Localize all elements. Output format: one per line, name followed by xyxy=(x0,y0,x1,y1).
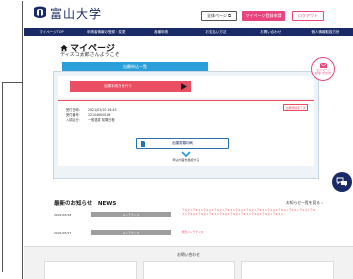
footer-title: お問い合わせ xyxy=(177,252,200,257)
document-icon xyxy=(141,141,145,147)
contact-tile[interactable] xyxy=(44,261,137,279)
nav-item-privacy[interactable]: 個人情報取扱方針 xyxy=(298,30,353,35)
news-date: 2021/03/18 xyxy=(54,213,72,217)
global-nav: マイページTOP 申請者情報の登録・変更 各種申請 お支払い方法 お問い合わせ … xyxy=(24,28,353,36)
status-badge: 出願登録完了済 xyxy=(283,104,308,111)
inquiry-button[interactable]: マイページ お問い合わせ xyxy=(311,57,335,81)
nav-item-applications[interactable]: 各種申請 xyxy=(134,30,189,35)
nav-item-mypage-top[interactable]: マイページTOP xyxy=(24,30,79,35)
news-category-badge: メンテナンス xyxy=(91,230,171,235)
application-card: 出願登録完了済 受付日時： 2021/03/10 16:43 受付番号： 221… xyxy=(58,100,314,166)
tab-application-list[interactable]: 出願申込一覧 xyxy=(62,62,208,71)
news-title: 最新のお知らせ NEWS xyxy=(54,201,117,207)
info-label: 入試区分： xyxy=(66,118,82,122)
arrow-right-icon xyxy=(181,83,187,90)
expand-details-toggle[interactable]: 申込内容を確認する xyxy=(58,151,314,165)
university-logo-icon[interactable] xyxy=(32,5,48,21)
chevron-down-icon xyxy=(181,151,191,157)
background-window-edge xyxy=(0,0,24,279)
inquiry-label: マイページ お問い合わせ xyxy=(314,67,332,75)
contact-tile[interactable] xyxy=(241,261,335,279)
nav-item-contact[interactable]: お問い合わせ xyxy=(243,30,298,35)
window-border xyxy=(2,82,3,272)
contact-footer: お問い合わせ xyxy=(24,246,353,279)
expand-details-label: 申込内容を確認する xyxy=(172,158,200,162)
info-row: 入試区分： 一般選抜 前期日程 xyxy=(66,118,117,123)
main-site-button[interactable]: 全体ページ ⧉ xyxy=(201,11,237,21)
chat-bubbles-icon xyxy=(336,177,347,187)
chat-icon[interactable] xyxy=(332,172,352,192)
print-documents-label: 出願書類印刷 xyxy=(172,141,193,145)
logout-button[interactable]: ログアウト xyxy=(292,11,324,21)
start-application-button[interactable]: 出願手続きを行う xyxy=(70,81,191,92)
news-more-link[interactable]: お知らせ一覧を見る › xyxy=(286,200,323,206)
news-category-badge: メンテナンス xyxy=(91,212,171,217)
print-documents-button[interactable]: 出願書類印刷 xyxy=(136,138,229,149)
window-border xyxy=(22,1,23,279)
news-body[interactable]: 緊急メンテナンス xyxy=(182,230,317,235)
news-item[interactable]: 2021/03/18 メンテナンス テキストテキストテキストテキストテキストテキ… xyxy=(54,208,334,226)
news-item[interactable]: 2021/03/17 メンテナンス 緊急メンテナンス xyxy=(54,226,334,244)
welcome-message: ディスコ太郎さんようこそ xyxy=(60,52,120,58)
university-name[interactable]: 富山大学 xyxy=(50,5,102,22)
mypage: 富山大学 全体ページ ⧉ マイページ登録申請 ログアウト マイページTOP 申請… xyxy=(24,0,353,279)
news-section: 最新のお知らせ NEWS お知らせ一覧を見る › 2021/03/18 メンテナ… xyxy=(24,196,353,246)
start-application-label: 出願手続きを行う xyxy=(104,84,132,88)
nav-item-applicant-info[interactable]: 申請者情報の登録・変更 xyxy=(79,30,134,35)
apply-section: 出願手続きを行う xyxy=(58,76,314,98)
window-border xyxy=(2,82,22,83)
mypage-register-button[interactable]: マイページ登録申請 xyxy=(242,11,285,21)
news-date: 2021/03/17 xyxy=(54,231,72,235)
nav-item-payment[interactable]: お支払い方法 xyxy=(188,30,243,35)
footer-contact-tiles xyxy=(44,261,335,279)
news-body[interactable]: テキストテキストテキストテキストテキストテキストテキストテキストテキストテキスト… xyxy=(182,208,317,216)
info-value: 一般選抜 前期日程 xyxy=(88,118,115,122)
application-info: 受付日時： 2021/03/10 16:43 受付番号： 2210460001B… xyxy=(66,108,117,123)
site-header: 富山大学 全体ページ ⧉ マイページ登録申請 ログアウト xyxy=(24,0,353,28)
contact-tile[interactable] xyxy=(142,261,236,279)
